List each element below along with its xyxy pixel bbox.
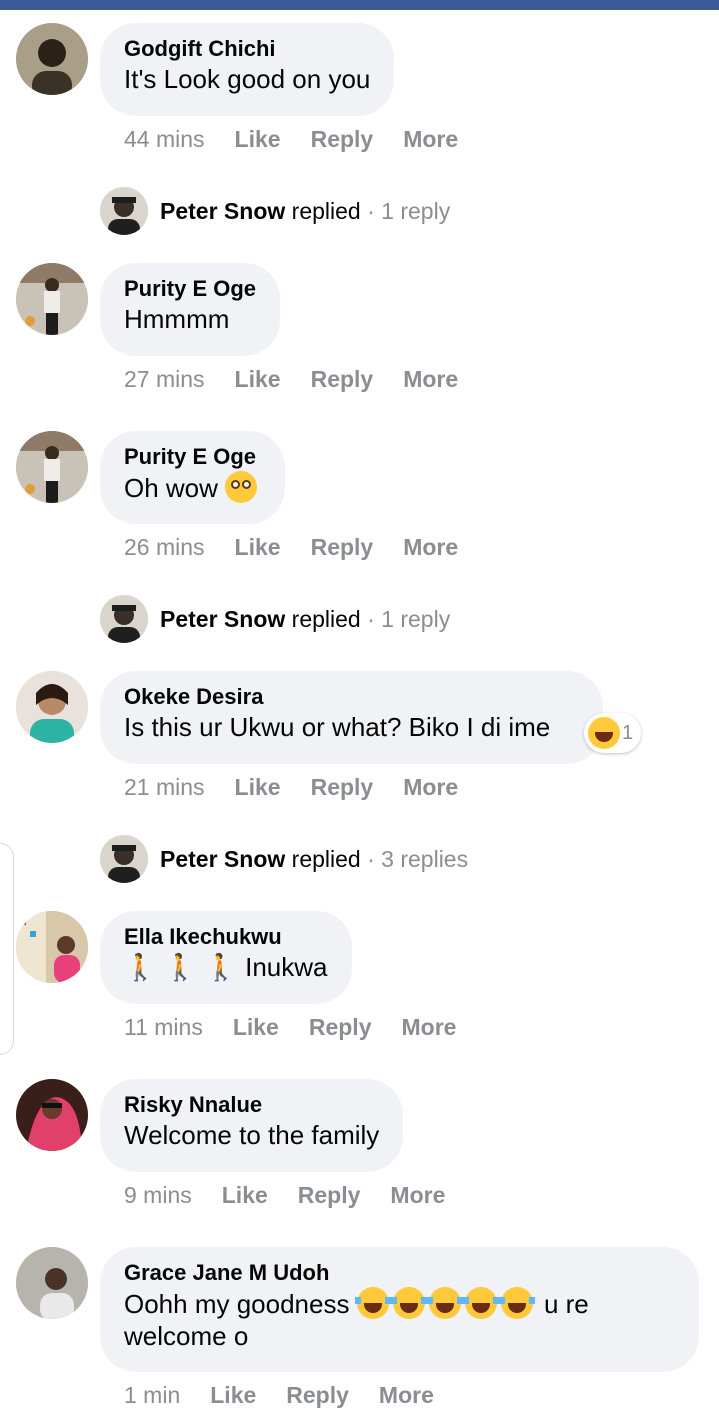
comment-actions: 44 mins Like Reply More xyxy=(124,125,458,153)
reply-button[interactable]: Reply xyxy=(311,365,374,393)
comment-text-line2: welcome o xyxy=(124,1321,249,1351)
like-button[interactable]: Like xyxy=(235,533,281,561)
like-button[interactable]: Like xyxy=(222,1181,268,1209)
comment-time: 11 mins xyxy=(124,1014,203,1040)
avatar xyxy=(100,595,148,643)
reply-button[interactable]: Reply xyxy=(286,1381,349,1409)
like-button[interactable]: Like xyxy=(235,125,281,153)
comment-author[interactable]: Ella Ikechukwu xyxy=(124,923,328,951)
replied-label: replied xyxy=(291,198,361,224)
like-button[interactable]: Like xyxy=(210,1381,256,1409)
comment-author[interactable]: Risky Nnalue xyxy=(124,1091,379,1119)
comment-text: Oohh my goodness xyxy=(124,1289,350,1319)
avatar xyxy=(100,187,148,235)
comment-author[interactable]: Grace Jane M Udoh xyxy=(124,1259,675,1287)
person-walking-icon: 🚶 xyxy=(204,952,238,982)
comment-actions: 9 mins Like Reply More xyxy=(124,1181,445,1209)
laughing-face-icon xyxy=(588,717,620,749)
comment-text: Is this ur Ukwu or what? Biko I di ime xyxy=(124,712,551,742)
tears-of-joy-icon xyxy=(498,1287,535,1319)
comment-actions: 21 mins Like Reply More xyxy=(124,773,458,801)
reply-button[interactable]: Reply xyxy=(309,1013,372,1041)
like-button[interactable]: Like xyxy=(235,773,281,801)
comment-bubble[interactable]: Okeke Desira Is this ur Ukwu or what? Bi… xyxy=(100,671,603,764)
reply-button[interactable]: Reply xyxy=(311,125,374,153)
reply-author: Peter Snow xyxy=(160,846,286,872)
side-edge-handle[interactable] xyxy=(0,843,14,1055)
comment-actions: 11 mins Like Reply More xyxy=(124,1013,456,1041)
avatar[interactable] xyxy=(16,671,88,743)
reply-count: 1 reply xyxy=(381,606,451,632)
tears-of-joy-icon xyxy=(462,1287,499,1319)
more-button[interactable]: More xyxy=(403,125,458,153)
comment-author[interactable]: Okeke Desira xyxy=(124,683,579,711)
comment-time: 26 mins xyxy=(124,534,205,560)
tears-of-joy-icon xyxy=(390,1287,427,1319)
reply-button[interactable]: Reply xyxy=(298,1181,361,1209)
reply-author: Peter Snow xyxy=(160,606,286,632)
comment-bubble[interactable]: Ella Ikechukwu 🚶 🚶 🚶 Inukwa xyxy=(100,911,352,1004)
comment-actions: 1 min Like Reply More xyxy=(124,1381,434,1409)
avatar[interactable] xyxy=(16,1079,88,1151)
comment-time: 44 mins xyxy=(124,126,205,152)
avatar xyxy=(100,835,148,883)
comment-actions: 26 mins Like Reply More xyxy=(124,533,458,561)
person-walking-icon: 🚶 xyxy=(124,952,157,982)
comment-text: Hmmmm xyxy=(124,304,230,334)
like-button[interactable]: Like xyxy=(233,1013,279,1041)
person-walking-icon: 🚶 xyxy=(164,952,197,982)
more-button[interactable]: More xyxy=(390,1181,445,1209)
comment-time: 21 mins xyxy=(124,774,205,800)
avatar[interactable] xyxy=(16,23,88,95)
comment-actions: 27 mins Like Reply More xyxy=(124,365,458,393)
top-app-bar xyxy=(0,0,719,10)
replied-label: replied xyxy=(291,846,361,872)
more-button[interactable]: More xyxy=(403,533,458,561)
like-button[interactable]: Like xyxy=(235,365,281,393)
comment-time: 1 min xyxy=(124,1382,181,1408)
comment-text: Welcome to the family xyxy=(124,1120,380,1150)
reply-separator: · xyxy=(360,198,382,224)
comment-bubble[interactable]: Purity E Oge Oh wow xyxy=(100,431,286,524)
flushed-face-icon xyxy=(225,471,258,503)
avatar[interactable] xyxy=(16,911,88,983)
replied-label: replied xyxy=(291,606,361,632)
more-button[interactable]: More xyxy=(402,1013,457,1041)
comment-author[interactable]: Purity E Oge xyxy=(124,443,261,471)
more-button[interactable]: More xyxy=(403,365,458,393)
comment-author[interactable]: Purity E Oge xyxy=(124,275,256,303)
reply-button[interactable]: Reply xyxy=(311,773,374,801)
comment-bubble[interactable]: Grace Jane M Udoh Oohh my goodness u re … xyxy=(100,1247,699,1372)
more-button[interactable]: More xyxy=(403,773,458,801)
comment-author[interactable]: Godgift Chichi xyxy=(124,35,370,63)
reply-button[interactable]: Reply xyxy=(311,533,374,561)
comment-bubble[interactable]: Purity E Oge Hmmmm xyxy=(100,263,281,356)
comment-time: 27 mins xyxy=(124,366,205,392)
comment-bubble[interactable]: Godgift Chichi It's Look good on you xyxy=(100,23,395,116)
tears-of-joy-icon xyxy=(354,1287,391,1319)
comment-text: It's Look good on you xyxy=(124,64,371,94)
comment-time: 9 mins xyxy=(124,1182,192,1208)
reply-separator: · xyxy=(360,606,382,632)
avatar[interactable] xyxy=(16,431,88,503)
comment-text: Oh wow xyxy=(124,473,218,503)
tears-of-joy-icon xyxy=(426,1287,463,1319)
reaction-count: 1 xyxy=(622,721,634,744)
comment-text: Inukwa xyxy=(245,952,328,982)
reply-count: 1 reply xyxy=(381,198,451,224)
avatar[interactable] xyxy=(16,1247,88,1319)
reply-separator: · xyxy=(360,846,382,872)
comment-text-tail: u re xyxy=(543,1289,589,1319)
more-button[interactable]: More xyxy=(379,1381,434,1409)
reply-author: Peter Snow xyxy=(160,198,286,224)
reply-count: 3 replies xyxy=(381,846,469,872)
reaction-count-badge[interactable]: 1 xyxy=(584,713,642,753)
avatar[interactable] xyxy=(16,263,88,335)
comment-bubble[interactable]: Risky Nnalue Welcome to the family xyxy=(100,1079,404,1172)
